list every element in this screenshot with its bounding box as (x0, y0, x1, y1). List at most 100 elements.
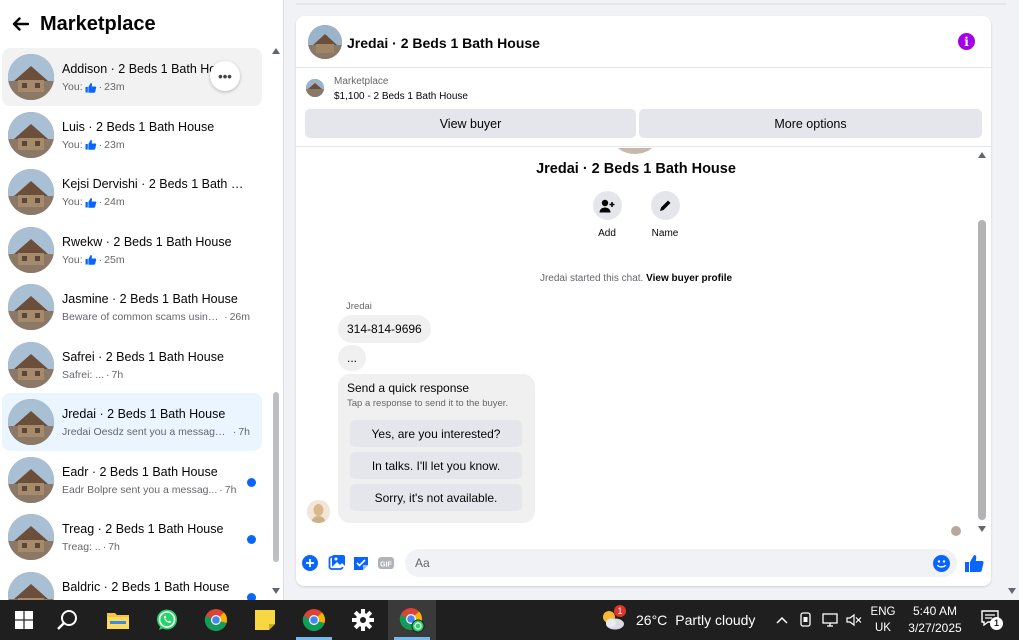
notification-icon: 1 (981, 610, 1003, 630)
unread-dot (247, 592, 256, 600)
clock-time: 5:40 AM (912, 604, 958, 618)
conversation-item[interactable]: Treag · 2 Beds 1 Bath House Treag: .. · 7h (2, 508, 262, 566)
conversation-snippet: Treag: .. (62, 541, 101, 553)
separator-dot: · (98, 138, 103, 151)
gif-icon[interactable]: GIF (377, 554, 395, 572)
scroll-up-arrow[interactable] (272, 48, 280, 54)
name-label: Name (651, 228, 679, 239)
conversation-preview: You: · 23m (62, 139, 250, 151)
house-photo-icon (8, 514, 54, 560)
listing-thumbnail (8, 111, 54, 158)
taskbar-search-button[interactable] (43, 600, 91, 640)
conversation-item[interactable]: Safrei · 2 Beds 1 Bath House Safrei: ... ·… (2, 336, 262, 394)
sticker-icon[interactable] (352, 554, 370, 572)
seen-receipt-avatar (951, 526, 961, 536)
plus-circle-icon[interactable] (301, 554, 319, 572)
conversation-item[interactable]: Addison · 2 Beds 1 Bath House You: · 23m ••• (2, 48, 262, 106)
quick-response-subtitle: Tap a response to send it to the buyer. (347, 398, 509, 409)
taskbar-whatsapp[interactable] (143, 600, 191, 640)
conversation-time: 24m (104, 196, 125, 208)
taskbar-settings[interactable] (339, 600, 387, 640)
conversation-item[interactable]: Kejsi Dervishi · 2 Beds 1 Bath H... You: ·… (2, 163, 262, 221)
sidebar-header: Marketplace (0, 0, 283, 48)
network-icon[interactable] (819, 600, 841, 640)
message-thread: Jredai · 2 Beds 1 Bath House Add Name Jr… (296, 148, 991, 542)
separator-dot: · (98, 253, 103, 266)
view-buyer-profile-link[interactable]: View buyer profile (646, 273, 732, 284)
search-icon (57, 610, 77, 630)
input-language[interactable]: ENG UK (866, 600, 900, 640)
thumbs-up-icon (85, 140, 96, 150)
sidebar-scrollbar[interactable] (271, 48, 281, 600)
quick-response-button[interactable]: Sorry, it's not available. (350, 484, 522, 511)
message-bubble[interactable]: 314-814-9696 (338, 315, 431, 343)
conversation-time: 7h (111, 368, 124, 381)
add-person-button[interactable]: Add (587, 191, 627, 239)
weather-alert-badge: 1 (614, 605, 626, 617)
taskbar-file-explorer[interactable] (94, 600, 142, 640)
conversation-item[interactable]: Jredai · 2 Beds 1 Bath House Jredai Oesdz… (2, 393, 262, 451)
conversation-snippet: Jredai Oesdz sent you a message a... (62, 426, 231, 438)
edit-name-button[interactable]: Name (645, 191, 685, 239)
listing-avatar[interactable] (308, 25, 342, 59)
quick-response-button[interactable]: Yes, are you interested? (350, 420, 522, 447)
info-icon[interactable]: i (958, 33, 975, 50)
house-photo-icon (308, 25, 342, 59)
scroll-down-arrow[interactable] (272, 588, 280, 594)
message-bubble[interactable]: ... (338, 345, 367, 371)
conversation-text: Rwekw · 2 Beds 1 Bath House You: · 25m (62, 235, 250, 266)
more-options-button[interactable]: More options (639, 109, 982, 138)
keyboard-layout: UK (875, 622, 891, 634)
tray-overflow-chevron-icon[interactable] (772, 600, 792, 640)
started-text: Jredai started this chat. (539, 273, 644, 284)
photo-icon[interactable] (328, 554, 346, 572)
thumbs-up-icon (85, 82, 96, 93)
view-buyer-button[interactable]: View buyer (305, 109, 636, 138)
conversation-text: Jredai · 2 Beds 1 Bath House Jredai Oesdz… (62, 407, 250, 438)
sender-avatar[interactable] (307, 500, 330, 523)
quick-response-button[interactable]: In talks. I'll let you know. (350, 452, 522, 479)
taskbar-chrome-active[interactable] (388, 600, 436, 640)
listing-price-title[interactable]: $1,100 - 2 Beds 1 Bath House (334, 91, 468, 102)
thumbs-up-icon (85, 197, 96, 208)
listing-thumbnail (8, 456, 54, 503)
conversation-time: 26m (229, 311, 250, 323)
taskbar-sticky-notes[interactable] (241, 600, 289, 640)
conversation-preview: Eadr Bolpre sent you a messag... · 7h (62, 484, 250, 496)
weather-widget[interactable]: 1 26°C Partly cloudy (600, 600, 755, 640)
thumbs-up-icon[interactable] (964, 553, 984, 573)
conversation-item[interactable]: Eadr · 2 Beds 1 Bath House Eadr Bolpre se… (2, 451, 262, 509)
conversation-title: Jasmine · 2 Beds 1 Bath House (62, 292, 238, 306)
start-button[interactable] (0, 600, 48, 640)
house-photo-icon (8, 284, 54, 330)
conversation-item[interactable]: Jasmine · 2 Beds 1 Bath House Beware of c… (2, 278, 262, 336)
scrollbar-thumb[interactable] (978, 220, 986, 520)
scroll-up-arrow[interactable] (978, 152, 986, 158)
scrollbar-thumb[interactable] (273, 392, 279, 562)
conversation-item[interactable]: Baldric · 2 Beds 1 Bath House (2, 566, 262, 600)
separator-dot: · (232, 426, 237, 438)
house-photo-icon (8, 571, 54, 600)
listing-thumbnail (8, 169, 54, 215)
volume-muted-icon[interactable] (843, 600, 865, 640)
separator-dot: · (219, 483, 223, 496)
scroll-down-arrow[interactable] (978, 526, 986, 532)
system-clock[interactable]: 5:40 AM 3/27/2025 (900, 600, 970, 640)
message-input[interactable]: Aa (405, 549, 957, 577)
chat-title[interactable]: Jredai · 2 Beds 1 Bath House (347, 35, 540, 51)
taskbar-chrome[interactable] (192, 600, 240, 640)
conversation-item[interactable]: Luis · 2 Beds 1 Bath House You: · 23m (2, 106, 262, 164)
page-scroll-down-arrow[interactable] (1008, 588, 1016, 594)
listing-thumbnail[interactable] (306, 79, 324, 97)
conversation-title: Luis · 2 Beds 1 Bath House (62, 119, 215, 134)
chat-scrollbar[interactable] (976, 148, 988, 542)
house-photo-icon (8, 226, 54, 273)
taskbar-chrome[interactable] (290, 600, 338, 640)
sender-name: Jredai (346, 301, 372, 312)
back-button[interactable] (0, 4, 40, 44)
meet-now-icon[interactable] (796, 600, 816, 640)
notification-center-button[interactable]: 1 (972, 600, 1012, 640)
conversation-item[interactable]: Rwekw · 2 Beds 1 Bath House You: · 25m (2, 221, 262, 279)
more-options-button[interactable]: ••• (210, 61, 240, 91)
emoji-icon[interactable] (933, 555, 950, 572)
